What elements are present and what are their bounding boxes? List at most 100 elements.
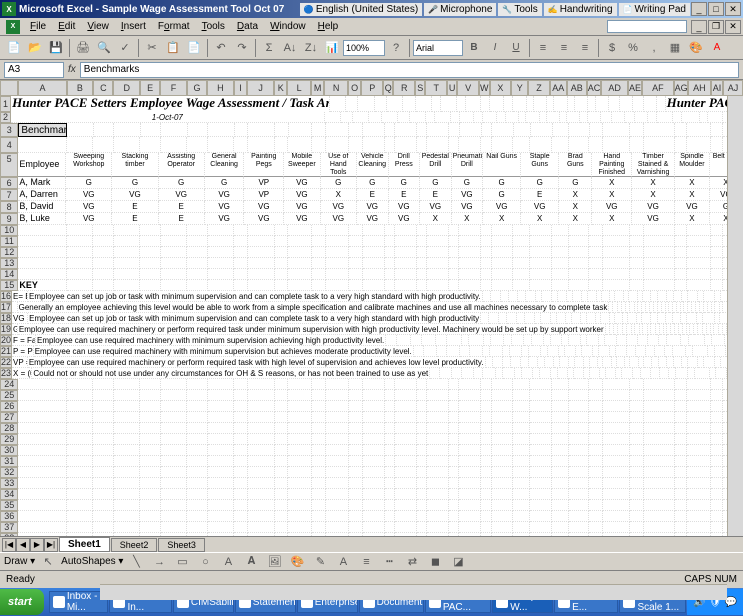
- cell[interactable]: [235, 123, 249, 137]
- cell[interactable]: [630, 500, 644, 511]
- cell[interactable]: [208, 423, 235, 434]
- cell[interactable]: [711, 137, 723, 153]
- cell[interactable]: [187, 412, 207, 423]
- cell[interactable]: [573, 291, 582, 302]
- cell[interactable]: [326, 533, 350, 536]
- cell[interactable]: [627, 335, 639, 346]
- comma-button[interactable]: ,: [644, 38, 664, 58]
- cell[interactable]: [569, 401, 589, 412]
- cell[interactable]: [349, 390, 363, 401]
- cell[interactable]: [363, 445, 385, 456]
- rating-cell[interactable]: VG: [521, 201, 559, 213]
- arrow-button[interactable]: →: [149, 552, 169, 572]
- cell[interactable]: [349, 401, 363, 412]
- cell[interactable]: [18, 467, 66, 478]
- cell[interactable]: [161, 123, 188, 137]
- col-header-S[interactable]: S: [415, 80, 425, 96]
- cell[interactable]: [208, 390, 235, 401]
- col-header-A[interactable]: A: [18, 80, 66, 96]
- row-header[interactable]: 7: [0, 189, 18, 201]
- col-header-AC[interactable]: AC: [587, 80, 602, 96]
- cell[interactable]: [140, 478, 160, 489]
- cell[interactable]: [18, 379, 66, 390]
- cell[interactable]: [481, 313, 489, 324]
- cell[interactable]: [513, 522, 530, 533]
- cell[interactable]: [552, 489, 569, 500]
- rating-cell[interactable]: VG: [159, 189, 205, 201]
- cell[interactable]: [161, 489, 188, 500]
- cell[interactable]: [675, 258, 687, 269]
- cell[interactable]: [644, 225, 676, 236]
- cell[interactable]: [114, 489, 141, 500]
- cell[interactable]: [513, 225, 530, 236]
- cell[interactable]: [673, 313, 681, 324]
- cell[interactable]: [395, 379, 417, 390]
- cell[interactable]: [580, 112, 587, 123]
- cell[interactable]: [673, 346, 686, 357]
- maximize-button[interactable]: □: [708, 2, 724, 16]
- rating-cell[interactable]: VG: [284, 177, 320, 189]
- cell[interactable]: [560, 357, 569, 368]
- cell[interactable]: [666, 313, 673, 324]
- cell[interactable]: [427, 280, 449, 291]
- undo-button[interactable]: ↶: [211, 38, 231, 58]
- cell[interactable]: [459, 390, 481, 401]
- cell[interactable]: [483, 112, 497, 123]
- cell[interactable]: [436, 335, 447, 346]
- cell[interactable]: [114, 401, 141, 412]
- cell[interactable]: [603, 379, 630, 390]
- cell[interactable]: [603, 489, 630, 500]
- cell[interactable]: [492, 247, 514, 258]
- cut-button[interactable]: ✂: [142, 38, 162, 58]
- cell[interactable]: [161, 280, 188, 291]
- cell[interactable]: [449, 225, 459, 236]
- cell[interactable]: [187, 522, 207, 533]
- cell[interactable]: [513, 511, 530, 522]
- task-header[interactable]: Brad Guns: [559, 153, 592, 177]
- spreadsheet-grid[interactable]: ABCDEFGHIJKLMNOPQRSTUVWXYZAAABACADAEAFAG…: [0, 80, 743, 536]
- cell[interactable]: [140, 423, 160, 434]
- cell[interactable]: [687, 258, 711, 269]
- cell[interactable]: [601, 313, 610, 324]
- cell[interactable]: [114, 123, 141, 137]
- cell[interactable]: [711, 522, 723, 533]
- rating-cell[interactable]: X: [592, 213, 632, 225]
- cell[interactable]: [651, 313, 658, 324]
- col-header-D[interactable]: D: [113, 80, 140, 96]
- row-header-34[interactable]: 34: [0, 489, 18, 500]
- cell[interactable]: Employee can set up job or task with min…: [28, 313, 481, 324]
- cell[interactable]: [427, 423, 449, 434]
- cell[interactable]: [449, 489, 459, 500]
- cell[interactable]: [288, 478, 312, 489]
- rating-cell[interactable]: G: [357, 177, 389, 189]
- cell[interactable]: [93, 434, 113, 445]
- col-header-F[interactable]: F: [160, 80, 187, 96]
- cell[interactable]: [630, 489, 644, 500]
- cell[interactable]: [312, 478, 326, 489]
- menu-file[interactable]: File: [24, 19, 52, 34]
- rating-cell[interactable]: VG: [452, 201, 484, 213]
- col-header-P[interactable]: P: [361, 80, 383, 96]
- cell[interactable]: [603, 478, 630, 489]
- cell[interactable]: [492, 456, 514, 467]
- cell[interactable]: [630, 423, 644, 434]
- cell[interactable]: [288, 236, 312, 247]
- sort-desc-button[interactable]: Z↓: [301, 38, 321, 58]
- cell[interactable]: [530, 225, 552, 236]
- cell[interactable]: [687, 423, 711, 434]
- cell[interactable]: [541, 313, 551, 324]
- cell[interactable]: [414, 346, 424, 357]
- cell[interactable]: [275, 280, 289, 291]
- cell[interactable]: [161, 445, 188, 456]
- cell[interactable]: [363, 258, 385, 269]
- col-header-AF[interactable]: AF: [642, 80, 674, 96]
- cell[interactable]: [430, 368, 440, 379]
- cell[interactable]: [603, 467, 630, 478]
- cell[interactable]: [93, 500, 113, 511]
- tab-next-button[interactable]: ▶: [30, 538, 44, 552]
- row-header-2[interactable]: 2: [0, 112, 11, 123]
- cell[interactable]: [630, 478, 644, 489]
- cell[interactable]: [67, 489, 94, 500]
- cell[interactable]: [589, 269, 603, 280]
- cell[interactable]: [114, 269, 141, 280]
